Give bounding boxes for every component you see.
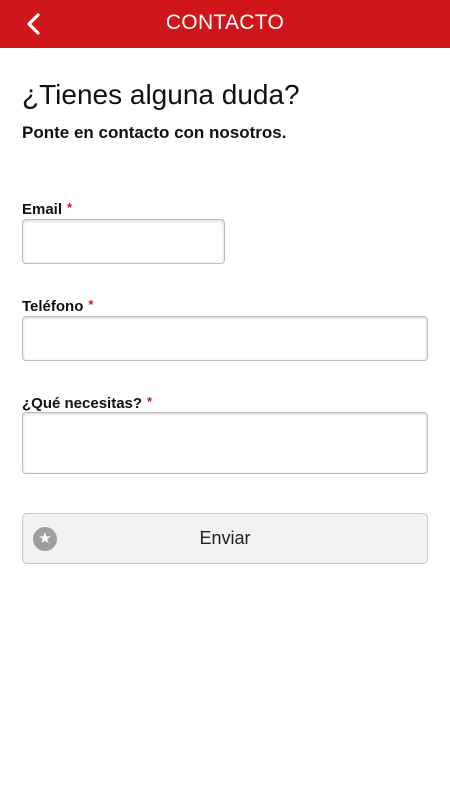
message-label-text: ¿Qué necesitas?	[22, 395, 143, 412]
required-marker: *	[67, 200, 73, 215]
phone-label-text: Teléfono	[22, 298, 84, 315]
phone-label: Teléfono *	[22, 296, 93, 316]
submit-button-label: Enviar	[199, 528, 251, 548]
contact-subheading: Ponte en contacto con nosotros.	[22, 123, 287, 142]
email-label-text: Email	[22, 201, 63, 218]
email-label: Email *	[22, 199, 72, 219]
required-marker: *	[147, 394, 153, 409]
required-marker: *	[88, 297, 94, 312]
phone-field[interactable]	[22, 316, 428, 361]
page-title: CONTACTO	[165, 11, 285, 34]
message-field[interactable]	[22, 412, 428, 474]
contact-heading: ¿Tienes alguna duda?	[22, 79, 300, 110]
app-header: CONTACTO	[0, 0, 450, 48]
email-field[interactable]	[22, 219, 225, 264]
submit-button[interactable]: ★ Enviar	[22, 513, 428, 564]
message-label: ¿Qué necesitas? *	[22, 393, 152, 413]
